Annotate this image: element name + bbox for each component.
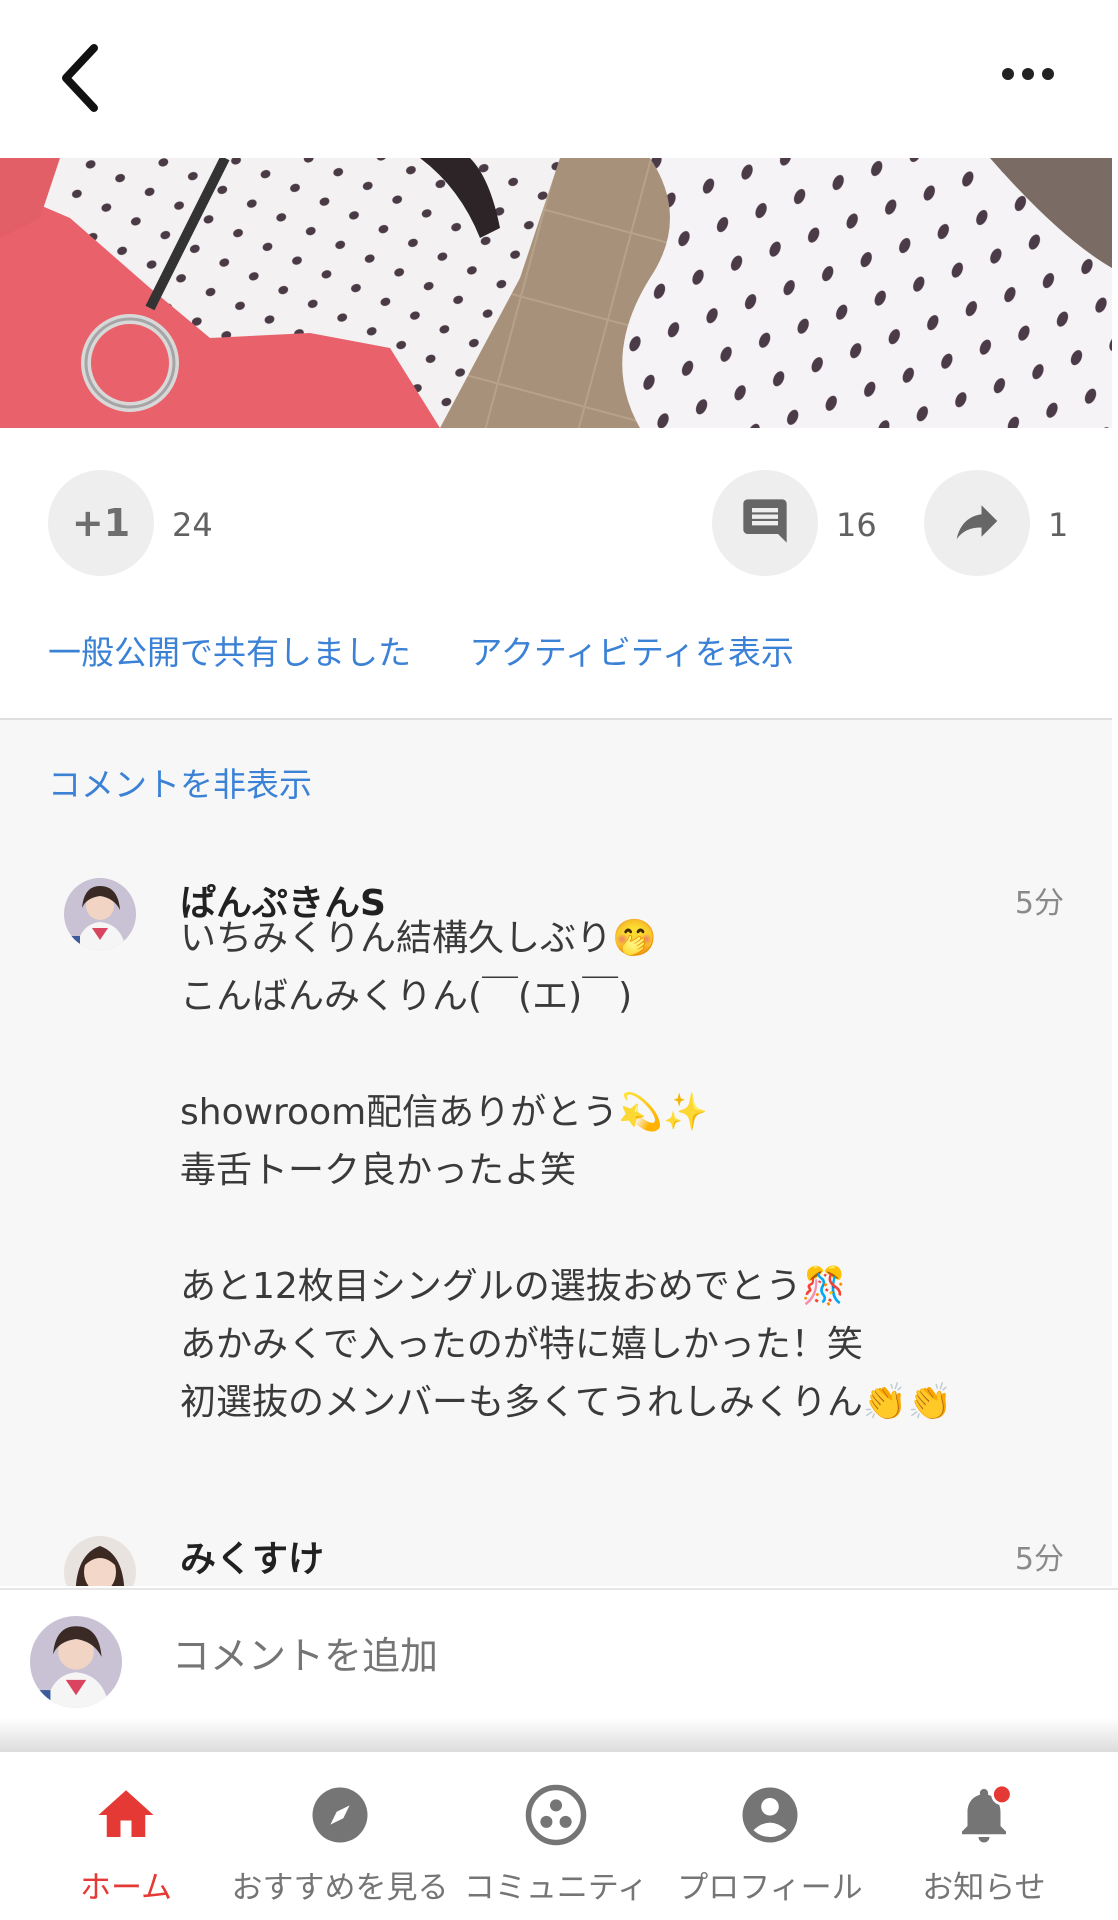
show-activity-link[interactable]: アクティビティを表示 (470, 633, 794, 672)
home-icon (93, 1782, 159, 1848)
comment-line: 初選抜のメンバーも多くてうれしみくりん👏👏 (180, 1382, 953, 1423)
plus-one-count: 24 (172, 506, 213, 544)
comment-line: あと12枚目シングルの選抜おめでとう🎊 (180, 1266, 847, 1307)
share-count: 1 (1048, 506, 1069, 544)
comment-line: いちみくりん結構久しぶり🤭 (180, 918, 657, 959)
top-bar (0, 0, 1118, 158)
share-button[interactable] (924, 470, 1030, 576)
action-row: +1 24 16 1 (0, 470, 1118, 580)
profile-icon (737, 1782, 803, 1848)
comment-composer (0, 1588, 1118, 1718)
add-comment-input[interactable] (172, 1634, 972, 1678)
comment-item: みくすけ 5分 (0, 1530, 1112, 1586)
plus-one-label: +1 (71, 501, 131, 545)
hide-comments-link[interactable]: コメントを非表示 (48, 758, 312, 806)
comment-icon (739, 495, 791, 551)
comment-time: 5分 (1014, 1542, 1064, 1577)
comments-section: コメントを非表示 ぱんぷきんS 5分 いちみくりん結構久しぶり🤭 こんばんみくり… (0, 718, 1112, 1586)
compass-icon (307, 1782, 373, 1848)
back-chevron-icon[interactable] (54, 38, 114, 118)
avatar[interactable] (64, 1536, 136, 1586)
community-icon (523, 1782, 589, 1848)
share-arrow-icon (950, 494, 1004, 552)
comment-line (180, 1200, 1060, 1258)
post-links: 一般公開で共有しました アクティビティを表示 (48, 626, 842, 674)
bell-icon (951, 1782, 1017, 1848)
avatar[interactable] (64, 878, 136, 950)
nav-home[interactable]: ホーム (26, 1752, 226, 1920)
comment-line: こんばんみくりん(￣(エ)￣) (180, 976, 633, 1017)
comment-line: showroom配信ありがとう💫✨ (180, 1092, 708, 1133)
comment-line (180, 1026, 1060, 1084)
nav-notifications[interactable]: お知らせ (884, 1752, 1084, 1920)
nav-community[interactable]: コミュニティ (456, 1752, 656, 1920)
user-avatar (30, 1616, 122, 1708)
more-horizontal-icon[interactable] (996, 54, 1060, 94)
nav-explore[interactable]: おすすめを見る (232, 1752, 449, 1920)
nav-label: お知らせ (922, 1870, 1046, 1906)
comment-button[interactable] (712, 470, 818, 576)
comment-author[interactable]: みくすけ (180, 1530, 324, 1582)
comment-count: 16 (836, 506, 877, 544)
plus-one-button[interactable]: +1 (48, 470, 154, 576)
comment-line: あかみくで入ったのが特に嬉しかった！笑 (180, 1324, 863, 1365)
bottom-nav: ホーム おすすめを見る コミュニティ プロフィール お知らせ (0, 1752, 1118, 1920)
nav-shadow (0, 1718, 1118, 1752)
post-photo[interactable] (0, 158, 1112, 428)
comment-line: 毒舌トーク良かったよ笑 (180, 1150, 577, 1191)
nav-profile[interactable]: プロフィール (670, 1752, 870, 1920)
shared-publicly-link[interactable]: 一般公開で共有しました (48, 633, 411, 672)
comment-item: ぱんぷきんS 5分 いちみくりん結構久しぶり🤭 こんばんみくりん(￣(エ)￣) … (0, 874, 1112, 1454)
comment-body: いちみくりん結構久しぶり🤭 こんばんみくりん(￣(エ)￣) showroom配信… (180, 910, 1060, 1432)
